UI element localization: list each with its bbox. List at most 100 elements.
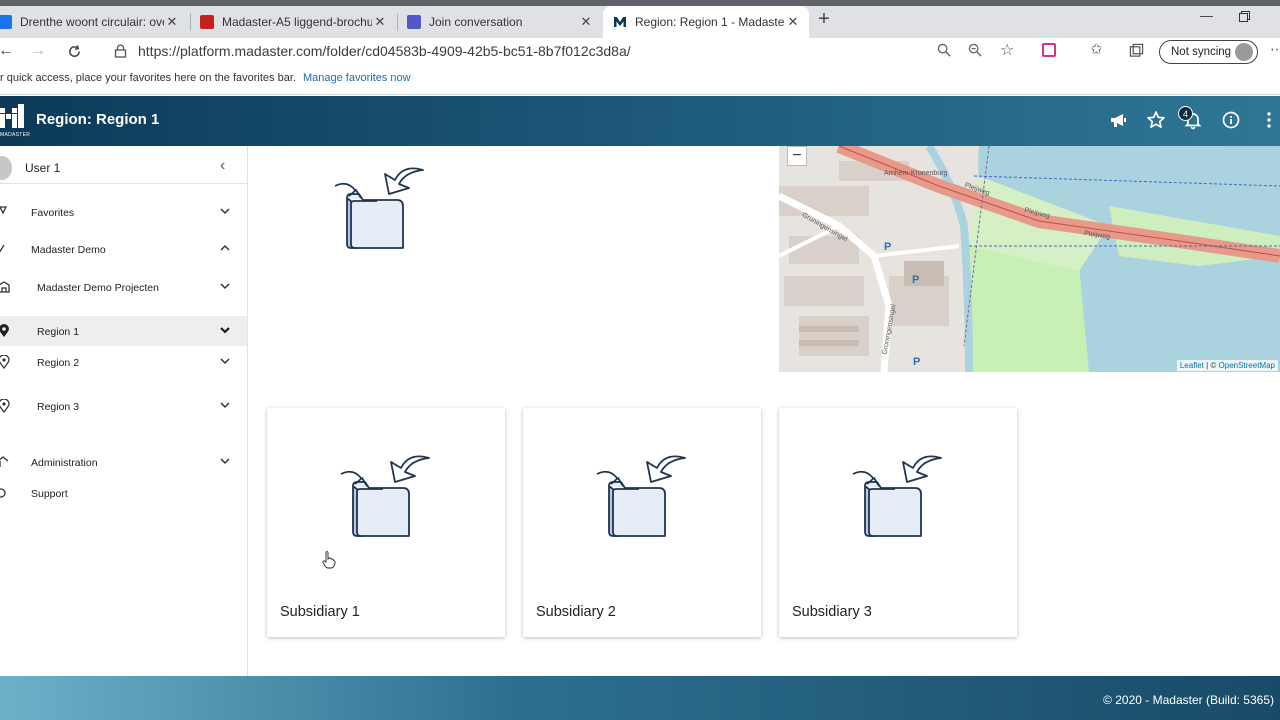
lock-icon	[114, 44, 127, 58]
favorites-list-icon[interactable]: ✩	[1090, 40, 1103, 58]
document-favicon-icon	[0, 15, 12, 29]
map-zoom-out-button[interactable]: −	[787, 146, 807, 166]
forward-arrow-icon[interactable]: →	[30, 42, 46, 60]
star-icon	[0, 206, 8, 215]
sidebar-item-label: Support	[31, 488, 68, 500]
browser-tab-2[interactable]: Madaster-A5 liggend-brochure- ✕	[190, 6, 396, 38]
subsidiary-card-2[interactable]: Subsidiary 2	[523, 408, 761, 637]
app-header: MADASTER Region: Region 1	[0, 96, 1280, 146]
main-content: Arnhem-Kronenburg Pleijweg Pleijweg Plei…	[249, 146, 1280, 676]
more-vertical-icon[interactable]	[1262, 110, 1280, 130]
chevron-up-icon[interactable]	[219, 242, 231, 254]
collections-icon[interactable]	[1129, 43, 1144, 58]
support-icon	[0, 488, 6, 498]
chevron-down-icon[interactable]	[219, 205, 231, 217]
triangle-icon	[0, 244, 5, 253]
sidebar-item-label: Region 2	[37, 357, 80, 369]
logo-text: MADASTER	[0, 132, 31, 138]
hand-cursor-icon	[322, 551, 336, 569]
user-row[interactable]: User 1 ‹	[0, 154, 247, 182]
minimize-icon[interactable]: —	[1200, 8, 1213, 23]
card-title: Subsidiary 2	[536, 604, 616, 620]
browser-tab-bar: Drenthe woont circulair: overzich ✕ Mada…	[0, 0, 1280, 38]
folder-import-icon	[852, 455, 942, 537]
openstreetmap-link[interactable]: OpenStreetMap	[1219, 361, 1275, 370]
location-pin-icon	[0, 324, 9, 337]
zoom-out-icon[interactable]	[968, 43, 983, 58]
madaster-favicon-icon	[614, 17, 626, 27]
card-title: Subsidiary 3	[792, 604, 872, 620]
sidebar-item-label: Madaster Demo Projecten	[37, 282, 159, 294]
browser-tab-4-active[interactable]: Region: Region 1 - Madaster ✕	[603, 6, 809, 38]
map-label: Arnhem-Kronenburg	[884, 170, 948, 177]
sidebar-item-region-1[interactable]: Region 1	[0, 316, 247, 346]
close-tab-icon[interactable]: ✕	[578, 14, 594, 30]
notification-count-badge: 4	[1178, 106, 1193, 121]
sidebar-item-label: Favorites	[31, 207, 75, 219]
card-title: Subsidiary 1	[280, 604, 360, 620]
teams-favicon-icon	[407, 15, 421, 29]
user-avatar	[0, 156, 12, 180]
region-map[interactable]: Arnhem-Kronenburg Pleijweg Pleijweg Plei…	[779, 146, 1280, 372]
sidebar-item-label: Madaster Demo	[31, 244, 106, 256]
folder-import-icon	[596, 455, 686, 537]
map-tiles[interactable]	[779, 146, 1280, 372]
info-icon[interactable]	[1221, 110, 1241, 130]
sync-profile-button[interactable]: Not syncing	[1159, 40, 1258, 64]
map-attribution: Leaflet | © OpenStreetMap	[1176, 360, 1278, 371]
star-outline-icon[interactable]	[1146, 110, 1166, 130]
sidebar-item-label: Administration	[31, 457, 98, 469]
parking-label: P	[913, 356, 921, 368]
url-input[interactable]: https://platform.madaster.com/folder/cd0…	[108, 38, 1023, 64]
megaphone-icon[interactable]	[1109, 110, 1129, 130]
close-tab-icon[interactable]: ✕	[164, 14, 180, 30]
close-tab-icon[interactable]: ✕	[372, 14, 388, 30]
favorites-bar-text: r quick access, place your favorites her…	[0, 72, 296, 84]
location-pin-icon	[0, 399, 10, 413]
browser-tab-1[interactable]: Drenthe woont circulair: overzich ✕	[0, 6, 188, 38]
chevron-down-icon[interactable]	[219, 399, 231, 411]
restore-icon[interactable]	[1239, 11, 1250, 22]
leaflet-link[interactable]: Leaflet	[1180, 361, 1204, 370]
refresh-icon[interactable]	[67, 44, 82, 59]
zoom-icon[interactable]	[937, 43, 952, 58]
page-title: Region: Region 1	[36, 111, 160, 128]
new-tab-button[interactable]: +	[814, 8, 834, 30]
chevron-down-icon[interactable]	[219, 455, 231, 467]
chevron-down-icon[interactable]	[219, 355, 231, 367]
pdf-favicon-icon	[200, 15, 214, 29]
divider	[0, 183, 247, 184]
attribution-separator: | ©	[1203, 361, 1219, 370]
footer-copyright: © 2020 - Madaster (Build: 5365)	[1103, 693, 1274, 707]
sidebar: User 1 ‹ Favorites Madaster Demo Madaste…	[0, 146, 248, 676]
tab-title: Join conversation	[429, 15, 523, 29]
sidebar-item-support[interactable]: Support	[0, 478, 247, 508]
sidebar-item-region-3[interactable]: Region 3	[0, 391, 247, 421]
sidebar-item-label: Region 1	[37, 326, 80, 338]
subsidiary-card-1[interactable]: Subsidiary 1	[267, 408, 505, 637]
chevron-down-icon[interactable]	[219, 280, 231, 292]
browser-address-bar: ← → https://platform.madaster.com/folder…	[0, 38, 1280, 66]
parking-label: P	[884, 241, 892, 253]
close-tab-icon[interactable]: ✕	[785, 14, 801, 30]
favorite-star-icon[interactable]: ☆	[1000, 40, 1014, 60]
subsidiary-card-3[interactable]: Subsidiary 3	[779, 408, 1017, 637]
extension-icon[interactable]	[1042, 43, 1056, 57]
favorites-bar: r quick access, place your favorites her…	[0, 66, 1280, 95]
sidebar-item-region-2[interactable]: Region 2	[0, 347, 247, 377]
sidebar-item-favorites[interactable]: Favorites	[0, 197, 247, 227]
sidebar-item-administration[interactable]: Administration	[0, 447, 247, 477]
sidebar-item-madaster-demo-projecten[interactable]: Madaster Demo Projecten	[0, 272, 247, 302]
chevron-down-icon[interactable]	[219, 324, 231, 336]
folder-import-icon	[340, 455, 430, 537]
profile-avatar	[1235, 43, 1253, 61]
sidebar-item-madaster-demo[interactable]: Madaster Demo	[0, 234, 247, 264]
back-arrow-icon[interactable]: ←	[0, 42, 14, 60]
location-pin-icon	[0, 355, 10, 369]
parking-label: P	[912, 274, 920, 286]
manage-favorites-link[interactable]: Manage favorites now	[303, 72, 411, 84]
more-options-icon[interactable]: ⋯	[1270, 41, 1280, 58]
collapse-sidebar-chevron-left-icon[interactable]: ‹	[220, 157, 225, 175]
tab-title: Drenthe woont circulair: overzich	[20, 15, 164, 29]
browser-tab-3[interactable]: Join conversation ✕	[397, 6, 602, 38]
